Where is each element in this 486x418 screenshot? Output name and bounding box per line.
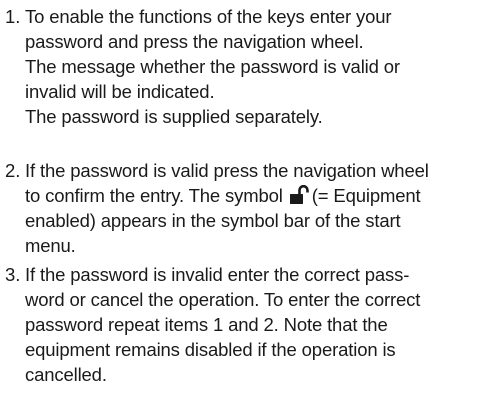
item-number: 2. <box>5 160 21 181</box>
text-line: equipment remains disabled if the operat… <box>25 339 396 360</box>
item-text: To enable the functions of the keys ente… <box>25 4 483 129</box>
instructions-list: 1. To enable the functions of the keys e… <box>0 0 486 418</box>
text-line: The password is supplied separately. <box>25 106 323 127</box>
text-fragment: to confirm the entry. The symbol <box>25 185 283 206</box>
text-line: If the password is invalid enter the cor… <box>25 264 410 285</box>
text-line: invalid will be indicated. <box>25 81 215 102</box>
text-line: password and press the navigation wheel. <box>25 31 364 52</box>
text-line: cancelled. <box>25 364 107 385</box>
text-line: If the password is valid press the navig… <box>25 160 429 181</box>
text-line: The message whether the password is vali… <box>25 56 400 77</box>
unlocked-padlock-icon <box>289 185 309 205</box>
text-line-with-symbol: to confirm the entry. The symbol (= Equi… <box>25 183 483 208</box>
text-line: password repeat items 1 and 2. Note that… <box>25 314 388 335</box>
text-line: enabled) appears in the symbol bar of th… <box>25 210 401 231</box>
item-number: 3. <box>5 264 21 285</box>
text-line: To enable the functions of the keys ente… <box>25 6 392 27</box>
text-fragment: (= Equipment <box>311 185 421 206</box>
item-text: If the password is invalid enter the cor… <box>25 262 483 387</box>
text-line: word or cancel the operation. To enter t… <box>25 289 421 310</box>
text-line: menu. <box>25 235 76 256</box>
item-text: If the password is valid press the navig… <box>25 158 483 258</box>
item-number: 1. <box>5 6 21 27</box>
